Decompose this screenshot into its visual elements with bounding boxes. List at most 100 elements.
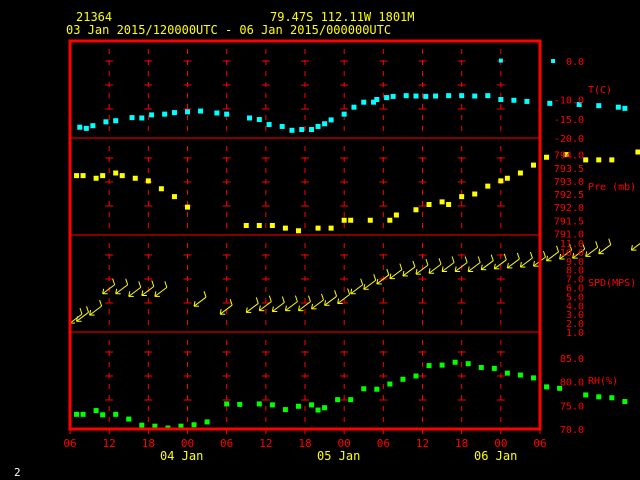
wind-arrow (324, 290, 338, 306)
temperature-point (289, 127, 295, 133)
humidity-point (113, 411, 119, 417)
pressure-point (459, 194, 465, 200)
temperature-point (403, 93, 409, 99)
temperature-y-tick-label: -15.0 (554, 115, 584, 126)
humidity-point (322, 405, 328, 411)
temperature-point (384, 95, 390, 101)
wind-arrow (128, 281, 142, 297)
x-tick-label: 06 (63, 437, 76, 450)
humidity-point (100, 412, 106, 418)
pressure-point (348, 217, 354, 223)
humidity-point (374, 386, 380, 392)
pressure-point (341, 217, 347, 223)
wind-arrow (89, 299, 103, 316)
x-tick-label: 12 (259, 437, 272, 450)
station-location: 79.47S 112.11W 1801M (270, 10, 415, 24)
pressure-point (185, 204, 190, 210)
temperature-point (511, 97, 517, 103)
wind-arrow (598, 238, 612, 255)
temperature-point (77, 124, 83, 130)
wind-arrow (219, 299, 233, 315)
pressure-point (132, 175, 138, 181)
plot-grid (69, 49, 541, 434)
humidity-point (335, 397, 341, 403)
wind-arrow (506, 252, 520, 269)
humidity-point (517, 372, 523, 378)
pressure-point (328, 225, 334, 231)
humidity-y-tick-label: 75.0 (560, 401, 584, 412)
wind-arrow (546, 245, 560, 262)
humidity-point (191, 422, 197, 428)
pressure-point (80, 173, 86, 179)
temperature-point (615, 104, 621, 110)
temperature-point (374, 97, 380, 102)
pressure-point (145, 178, 151, 184)
wind-arrow (519, 251, 533, 268)
humidity-point (93, 408, 99, 414)
humidity-point (282, 407, 288, 413)
pressure-point (413, 207, 419, 213)
x-tick-label: 06 (220, 437, 233, 450)
date-label-06-jan: 06 Jan (474, 449, 517, 463)
x-tick-label: 18 (455, 437, 468, 450)
wind-arrow (284, 295, 298, 312)
temperature-point (198, 108, 204, 114)
wind-arrow (415, 258, 429, 275)
temperature-point (351, 104, 357, 110)
wind-arrow (493, 253, 507, 270)
temperature-point (596, 103, 602, 109)
humidity-point (413, 373, 419, 379)
wind-arrow (454, 256, 468, 272)
humidity-point (491, 365, 497, 371)
temperature-point (83, 125, 89, 131)
temperature-point (446, 93, 452, 99)
wind-arrow (441, 256, 455, 272)
humidity-point (126, 416, 132, 422)
humidity-point (348, 397, 354, 403)
humidity-y-tick-label: 80.0 (560, 378, 584, 389)
temperature-point (129, 115, 135, 121)
wind-arrow (428, 258, 442, 274)
temperature-y-tick-label: -10.0 (554, 96, 584, 107)
temperature-point (224, 111, 230, 117)
pressure-y-tick-label: 791.5 (554, 216, 584, 227)
temperature-point (171, 110, 177, 116)
wind-arrow (350, 278, 364, 295)
wind-arrow (389, 263, 403, 280)
humidity-axis-label: RH(%) (588, 376, 618, 387)
humidity-point (361, 386, 367, 392)
pressure-point (635, 149, 640, 155)
pressure-point (74, 173, 80, 179)
wind-arrow (193, 291, 207, 307)
temperature-axis-label: T(C) (588, 85, 612, 96)
meteogram: 21364 79.47S 112.11W 1801M 03 Jan 2015/1… (14, 10, 640, 479)
x-tick-label: 18 (142, 437, 155, 450)
wind-arrow (402, 260, 416, 277)
temperature-point (315, 123, 321, 129)
wind-axis-label: SPD(MPS) (588, 278, 636, 289)
temperature-point (279, 123, 285, 129)
temperature-point (433, 93, 439, 99)
temperature-point (322, 121, 328, 127)
humidity-point (295, 403, 301, 409)
wind-arrow (271, 296, 285, 313)
humidity-point (237, 401, 243, 407)
pressure-point (609, 157, 615, 163)
pressure-y-tick-label: 794.0 (554, 151, 584, 162)
temperature-point (423, 93, 429, 99)
x-tick-label: 12 (416, 437, 429, 450)
humidity-point (596, 394, 602, 400)
wind-arrow (141, 280, 155, 297)
pressure-point (485, 183, 491, 189)
humidity-point (478, 364, 484, 370)
temperature-point (361, 99, 367, 105)
temperature-point (113, 118, 119, 124)
wind-arrow (311, 293, 325, 310)
time-range: 03 Jan 2015/120000UTC - 06 Jan 2015/0000… (66, 23, 391, 37)
temperature-point (547, 100, 553, 106)
temperature-point (256, 117, 262, 123)
temperature-y-tick-label: 0.0 (566, 57, 584, 68)
page-number: 2 (14, 466, 21, 479)
pressure-point (113, 170, 119, 176)
pressure-point (256, 223, 262, 228)
